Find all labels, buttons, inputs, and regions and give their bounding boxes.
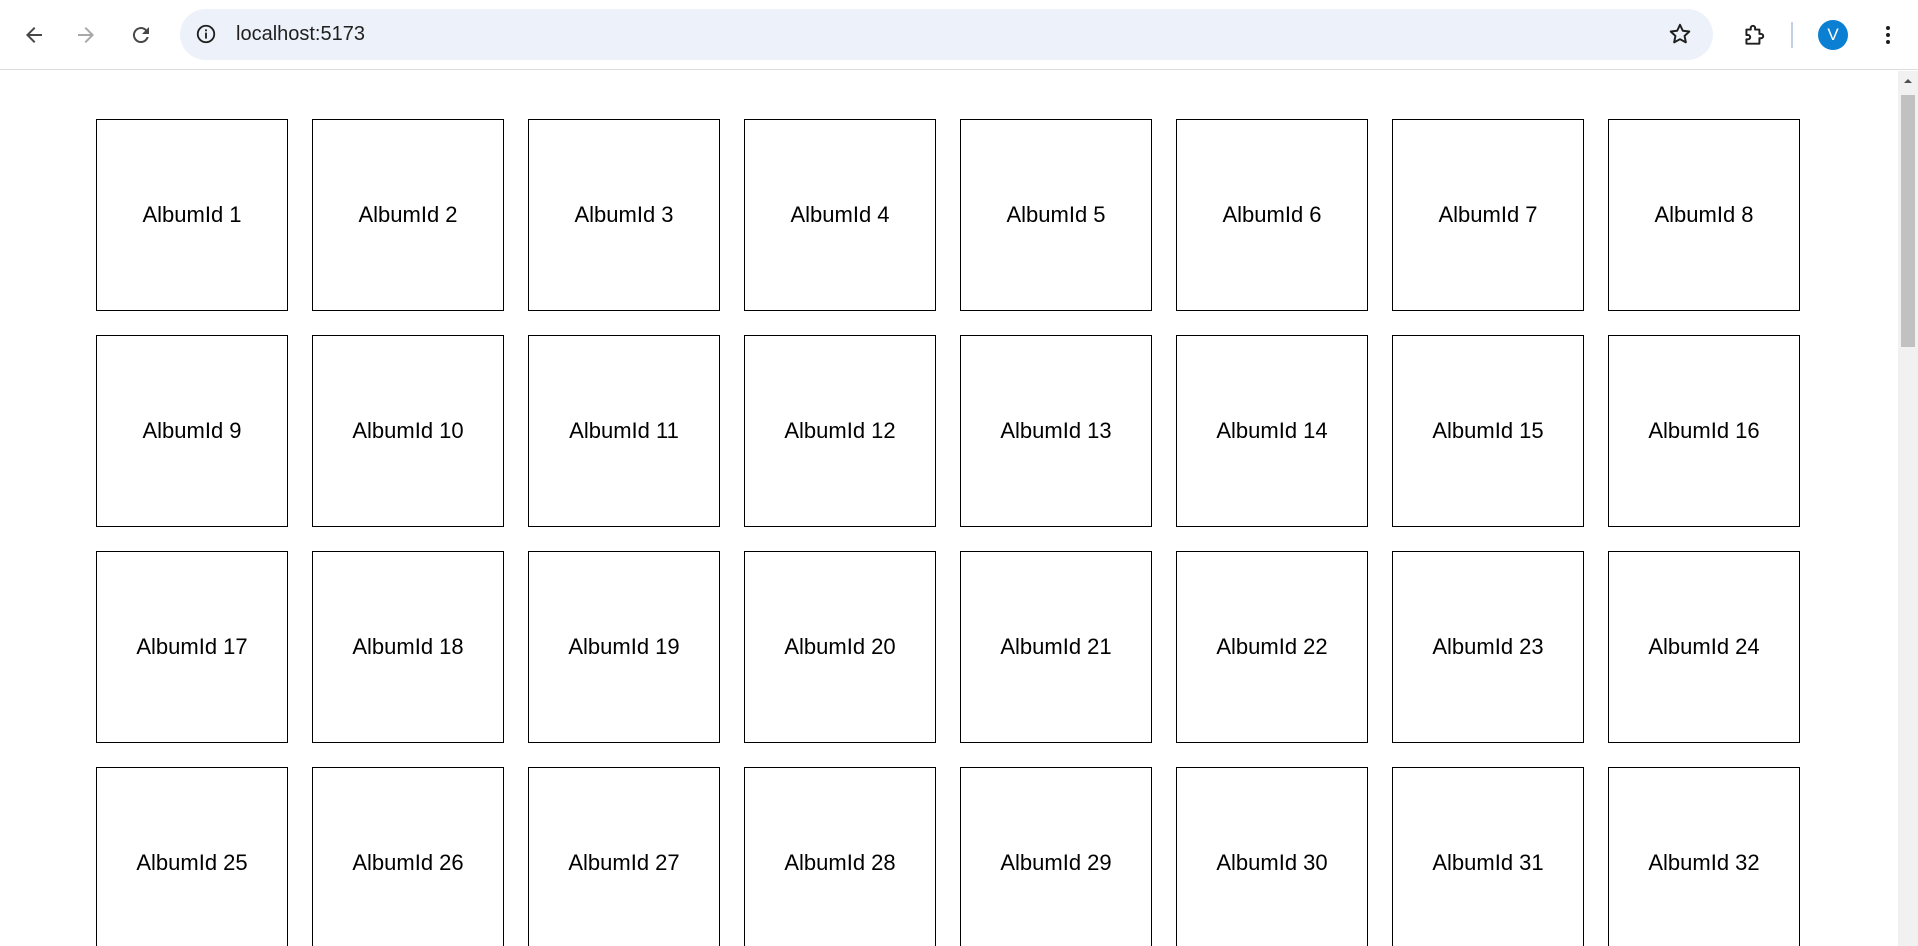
album-card[interactable]: AlbumId 20 [744, 551, 936, 743]
album-card[interactable]: AlbumId 25 [96, 767, 288, 946]
album-card[interactable]: AlbumId 7 [1392, 119, 1584, 311]
scroll-up-arrow-icon[interactable] [1898, 71, 1918, 91]
reload-icon [132, 27, 149, 44]
browser-toolbar: localhost:5173 V [0, 0, 1918, 70]
album-card[interactable]: AlbumId 11 [528, 335, 720, 527]
toolbar-divider [1791, 22, 1793, 48]
album-card[interactable]: AlbumId 21 [960, 551, 1152, 743]
album-card[interactable]: AlbumId 10 [312, 335, 504, 527]
album-card[interactable]: AlbumId 23 [1392, 551, 1584, 743]
page-viewport: AlbumId 1 AlbumId 2 AlbumId 3 AlbumId 4 … [0, 71, 1898, 946]
album-card[interactable]: AlbumId 15 [1392, 335, 1584, 527]
browser-menu-button[interactable] [1870, 15, 1906, 55]
album-card[interactable]: AlbumId 27 [528, 767, 720, 946]
album-card[interactable]: AlbumId 1 [96, 119, 288, 311]
album-card[interactable]: AlbumId 22 [1176, 551, 1368, 743]
info-icon[interactable] [194, 22, 218, 46]
album-card[interactable]: AlbumId 8 [1608, 119, 1800, 311]
album-card[interactable]: AlbumId 4 [744, 119, 936, 311]
extensions-button[interactable] [1734, 15, 1774, 55]
album-card[interactable]: AlbumId 19 [528, 551, 720, 743]
album-card[interactable]: AlbumId 18 [312, 551, 504, 743]
album-card[interactable]: AlbumId 9 [96, 335, 288, 527]
arrow-left-icon [26, 27, 42, 43]
kebab-menu-icon [1886, 26, 1890, 44]
album-card[interactable]: AlbumId 17 [96, 551, 288, 743]
vertical-scrollbar[interactable] [1898, 71, 1918, 946]
album-grid: AlbumId 1 AlbumId 2 AlbumId 3 AlbumId 4 … [96, 119, 1800, 946]
album-card[interactable]: AlbumId 32 [1608, 767, 1800, 946]
album-card[interactable]: AlbumId 14 [1176, 335, 1368, 527]
album-card[interactable]: AlbumId 3 [528, 119, 720, 311]
album-card[interactable]: AlbumId 28 [744, 767, 936, 946]
scrollbar-thumb[interactable] [1901, 95, 1915, 347]
album-card[interactable]: AlbumId 12 [744, 335, 936, 527]
reload-button[interactable] [121, 15, 161, 55]
album-card[interactable]: AlbumId 26 [312, 767, 504, 946]
star-icon[interactable] [1667, 21, 1693, 47]
forward-button[interactable] [66, 15, 106, 55]
album-card[interactable]: AlbumId 16 [1608, 335, 1800, 527]
album-card[interactable]: AlbumId 5 [960, 119, 1152, 311]
album-card[interactable]: AlbumId 30 [1176, 767, 1368, 946]
album-card[interactable]: AlbumId 6 [1176, 119, 1368, 311]
puzzle-icon [1745, 24, 1765, 45]
album-card[interactable]: AlbumId 24 [1608, 551, 1800, 743]
profile-avatar[interactable]: V [1818, 20, 1848, 50]
address-bar[interactable]: localhost:5173 [180, 9, 1713, 60]
back-button[interactable] [14, 15, 54, 55]
album-card[interactable]: AlbumId 29 [960, 767, 1152, 946]
album-card[interactable]: AlbumId 31 [1392, 767, 1584, 946]
album-card[interactable]: AlbumId 2 [312, 119, 504, 311]
arrow-right-icon [78, 27, 94, 43]
album-card[interactable]: AlbumId 13 [960, 335, 1152, 527]
url-text[interactable]: localhost:5173 [236, 9, 365, 60]
